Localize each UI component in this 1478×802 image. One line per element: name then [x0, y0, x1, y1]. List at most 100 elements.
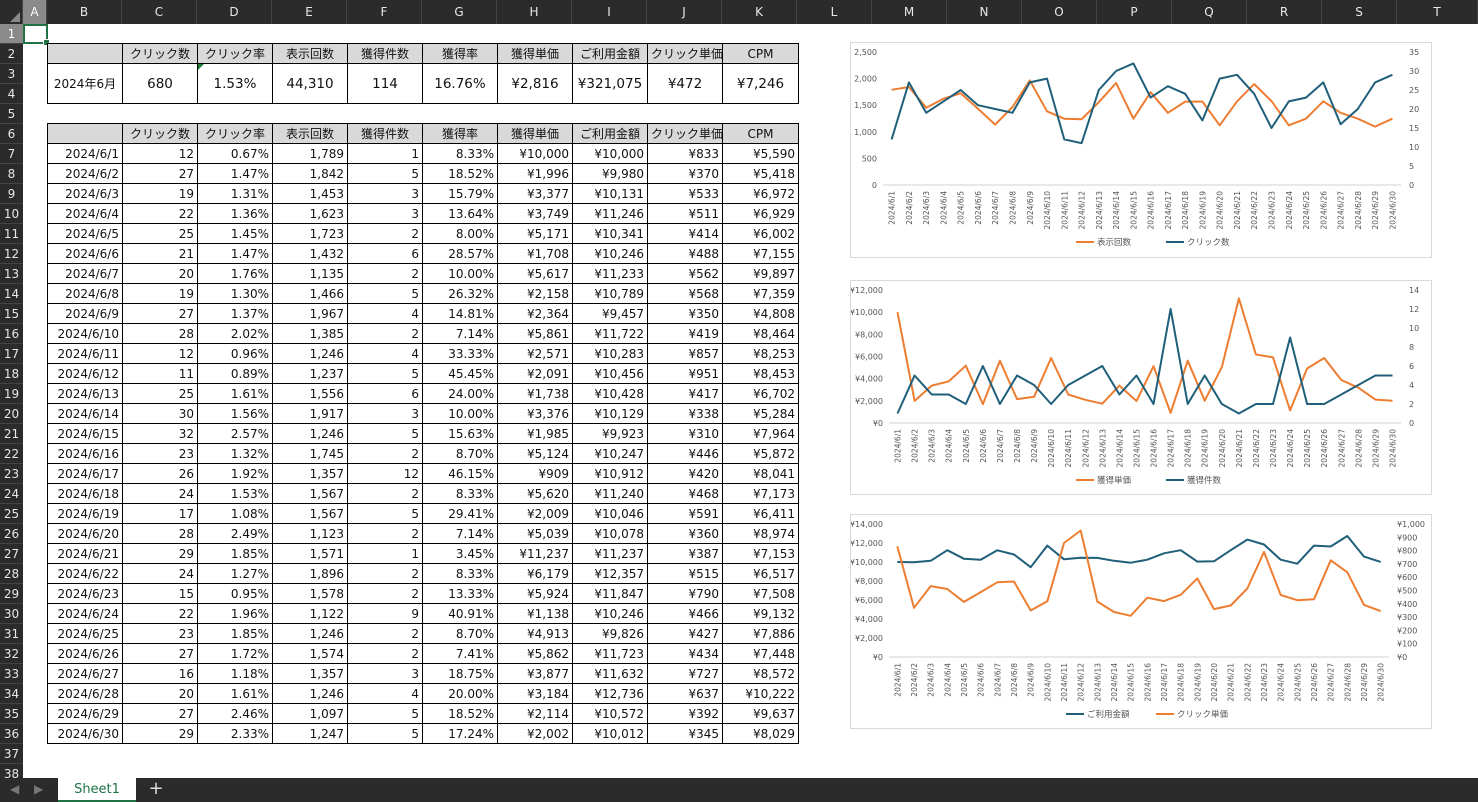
table-cell[interactable]: 32: [122, 423, 198, 444]
table-cell[interactable]: 18.75%: [422, 663, 498, 684]
row-header-28[interactable]: 28: [0, 564, 23, 584]
table-cell[interactable]: ¥5,590: [722, 143, 799, 164]
table-cell[interactable]: 24: [122, 563, 198, 584]
table-cell[interactable]: 1: [347, 543, 423, 564]
table-cell[interactable]: ¥568: [647, 283, 723, 304]
summary-value-cell[interactable]: ¥7,246: [722, 63, 799, 104]
date-cell[interactable]: 2024/6/7: [47, 263, 123, 284]
summary-value-cell[interactable]: ¥321,075: [572, 63, 648, 104]
table-cell[interactable]: 7.41%: [422, 643, 498, 664]
table-cell[interactable]: 8.33%: [422, 483, 498, 504]
table-cell[interactable]: ¥9,897: [722, 263, 799, 284]
table-cell[interactable]: ¥1,985: [497, 423, 573, 444]
row-header-27[interactable]: 27: [0, 544, 23, 564]
table-cell[interactable]: ¥6,702: [722, 383, 799, 404]
table-cell[interactable]: ¥10,572: [572, 703, 648, 724]
table-cell[interactable]: ¥9,457: [572, 303, 648, 324]
table-cell[interactable]: 45.45%: [422, 363, 498, 384]
row-header-14[interactable]: 14: [0, 284, 23, 304]
table-cell[interactable]: 14.81%: [422, 303, 498, 324]
table-cell[interactable]: ¥11,847: [572, 583, 648, 604]
row-header-22[interactable]: 22: [0, 444, 23, 464]
column-header-t[interactable]: T: [1397, 0, 1478, 24]
table-cell[interactable]: 3.45%: [422, 543, 498, 564]
series-line-0[interactable]: [897, 535, 1382, 569]
table-cell[interactable]: ¥10,912: [572, 463, 648, 484]
date-cell[interactable]: 2024/6/12: [47, 363, 123, 384]
table-cell[interactable]: 2: [347, 263, 423, 284]
row-header-15[interactable]: 15: [0, 304, 23, 324]
column-header-j[interactable]: J: [647, 0, 722, 24]
row-header-17[interactable]: 17: [0, 344, 23, 364]
table-cell[interactable]: ¥417: [647, 383, 723, 404]
table-cell[interactable]: ¥10,456: [572, 363, 648, 384]
table-cell[interactable]: 1.08%: [197, 503, 273, 524]
table-cell[interactable]: ¥1,738: [497, 383, 573, 404]
table-cell[interactable]: ¥8,572: [722, 663, 799, 684]
select-all-corner[interactable]: [0, 0, 23, 24]
column-header-f[interactable]: F: [347, 0, 422, 24]
table-cell[interactable]: ¥310: [647, 423, 723, 444]
table-cell[interactable]: ¥5,039: [497, 523, 573, 544]
table-cell[interactable]: 1,246: [272, 623, 348, 644]
table-cell[interactable]: 46.15%: [422, 463, 498, 484]
row-header-18[interactable]: 18: [0, 364, 23, 384]
table-cell[interactable]: 13.33%: [422, 583, 498, 604]
table-cell[interactable]: ¥10,341: [572, 223, 648, 244]
table-header-cell[interactable]: [47, 123, 123, 144]
column-header-r[interactable]: R: [1247, 0, 1322, 24]
table-cell[interactable]: 27: [122, 163, 198, 184]
table-cell[interactable]: 1.61%: [197, 383, 273, 404]
table-cell[interactable]: ¥345: [647, 723, 723, 744]
table-cell[interactable]: 1,453: [272, 183, 348, 204]
summary-header-cell[interactable]: クリック数: [122, 43, 198, 64]
table-cell[interactable]: 6: [347, 243, 423, 264]
row-header-29[interactable]: 29: [0, 584, 23, 604]
table-cell[interactable]: 19: [122, 183, 198, 204]
table-cell[interactable]: ¥6,517: [722, 563, 799, 584]
table-cell[interactable]: 5: [347, 723, 423, 744]
table-cell[interactable]: 1,097: [272, 703, 348, 724]
table-cell[interactable]: 27: [122, 303, 198, 324]
table-cell[interactable]: 20: [122, 263, 198, 284]
table-cell[interactable]: 40.91%: [422, 603, 498, 624]
table-cell[interactable]: 1,745: [272, 443, 348, 464]
table-cell[interactable]: 29: [122, 543, 198, 564]
row-header-35[interactable]: 35: [0, 704, 23, 724]
row-header-32[interactable]: 32: [0, 644, 23, 664]
table-cell[interactable]: 1,357: [272, 663, 348, 684]
table-header-cell[interactable]: 獲得率: [422, 123, 498, 144]
table-cell[interactable]: ¥2,158: [497, 283, 573, 304]
table-cell[interactable]: 1.72%: [197, 643, 273, 664]
table-cell[interactable]: ¥5,617: [497, 263, 573, 284]
series-line-1[interactable]: [896, 529, 1382, 617]
date-cell[interactable]: 2024/6/1: [47, 143, 123, 164]
table-cell[interactable]: 1,842: [272, 163, 348, 184]
table-cell[interactable]: ¥414: [647, 223, 723, 244]
table-cell[interactable]: ¥338: [647, 403, 723, 424]
row-header-11[interactable]: 11: [0, 224, 23, 244]
table-cell[interactable]: ¥5,284: [722, 403, 799, 424]
table-cell[interactable]: 1.45%: [197, 223, 273, 244]
table-cell[interactable]: 1.61%: [197, 683, 273, 704]
table-cell[interactable]: ¥360: [647, 523, 723, 544]
table-cell[interactable]: 9: [347, 603, 423, 624]
table-cell[interactable]: 1,789: [272, 143, 348, 164]
table-cell[interactable]: ¥2,364: [497, 303, 573, 324]
row-header-36[interactable]: 36: [0, 724, 23, 744]
row-header-21[interactable]: 21: [0, 424, 23, 444]
table-header-cell[interactable]: クリック数: [122, 123, 198, 144]
date-cell[interactable]: 2024/6/22: [47, 563, 123, 584]
chart-cpa-conversions[interactable]: ¥0 ¥2,000 ¥4,000 ¥6,000 ¥8,000 ¥10,000 ¥12,000…: [850, 280, 1432, 495]
column-header-o[interactable]: O: [1022, 0, 1097, 24]
table-cell[interactable]: ¥5,872: [722, 443, 799, 464]
summary-header-cell[interactable]: CPM: [722, 43, 799, 64]
table-cell[interactable]: 1.85%: [197, 623, 273, 644]
table-cell[interactable]: ¥9,923: [572, 423, 648, 444]
prev-sheet-icon[interactable]: ◀: [10, 782, 19, 796]
table-cell[interactable]: 26.32%: [422, 283, 498, 304]
summary-header-cell[interactable]: 獲得率: [422, 43, 498, 64]
row-header-5[interactable]: 5: [0, 104, 23, 124]
summary-value-cell[interactable]: 44,310: [272, 63, 348, 104]
table-cell[interactable]: 23: [122, 443, 198, 464]
